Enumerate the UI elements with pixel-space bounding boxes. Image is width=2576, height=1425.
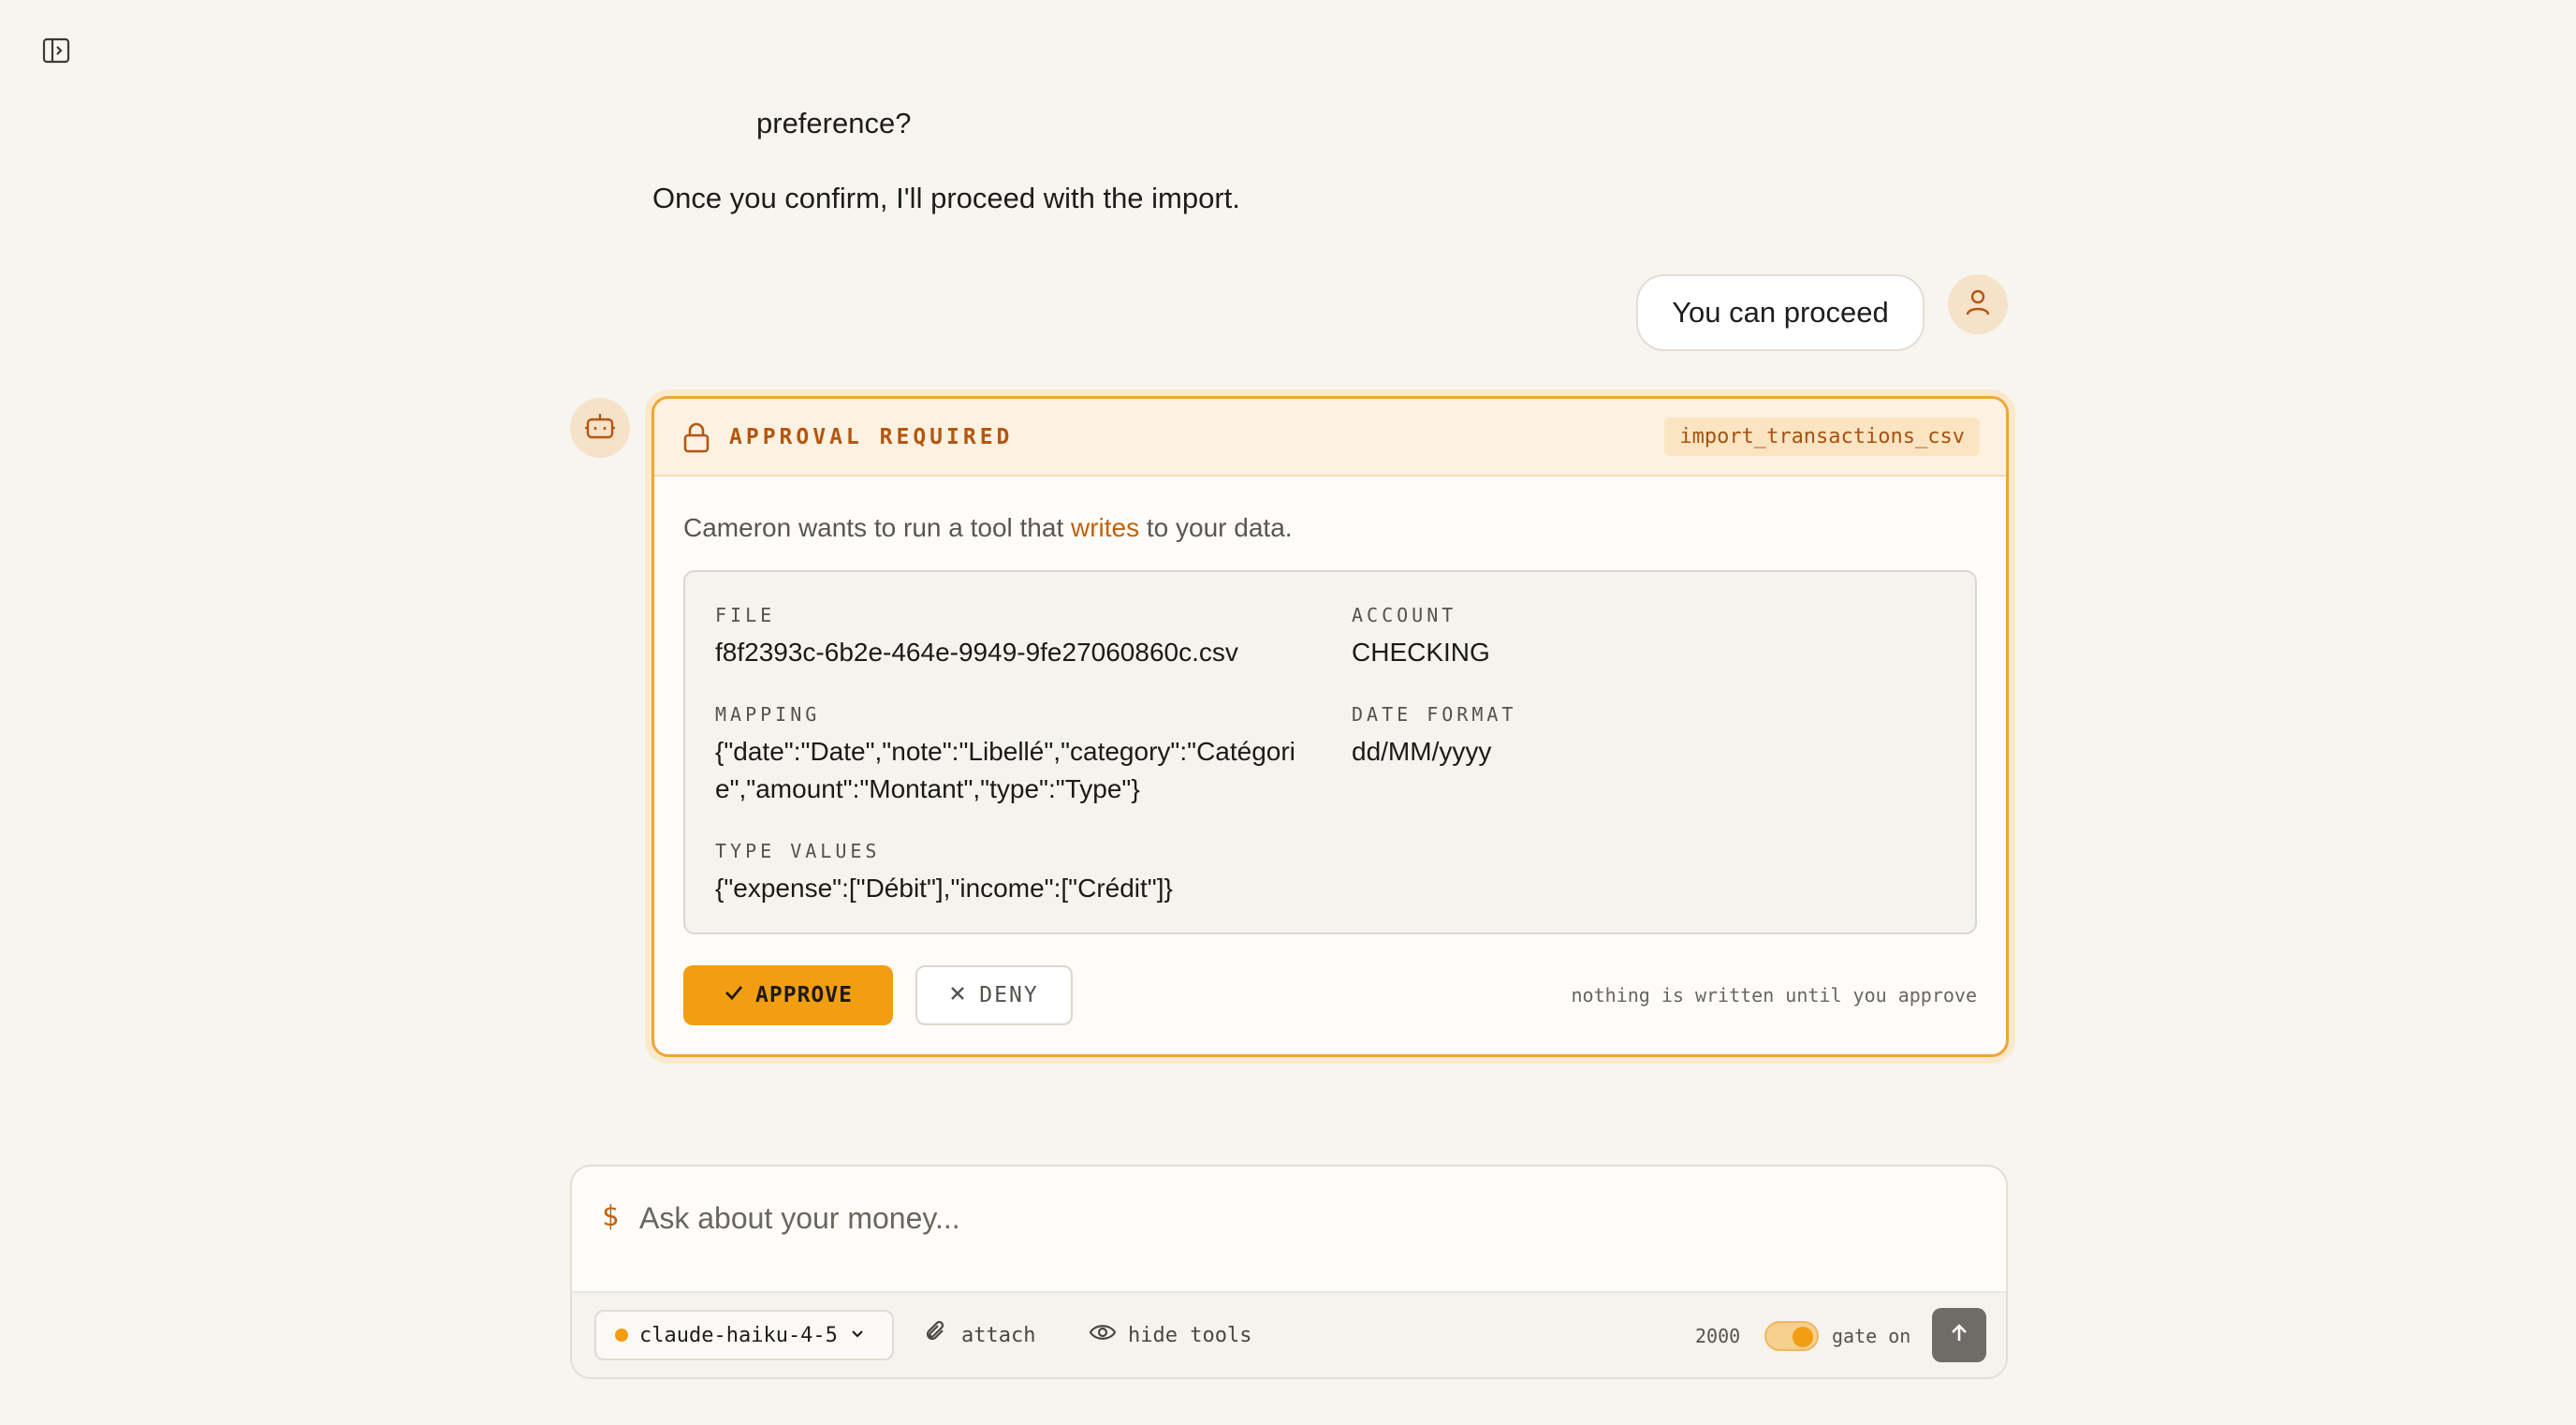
approval-intro: Cameron wants to run a tool that writes …: [683, 513, 1293, 543]
close-icon: [949, 983, 966, 1007]
approve-button[interactable]: APPROVE: [683, 965, 893, 1025]
attach-button[interactable]: attach: [924, 1310, 1035, 1360]
intro-text: to your data.: [1139, 513, 1293, 542]
tool-name-badge: import_transactions_csv: [1664, 418, 1980, 456]
hide-tools-button[interactable]: hide tools: [1089, 1310, 1251, 1360]
assistant-avatar: [570, 398, 630, 458]
date-format-label: DATE FORMAT: [1352, 703, 1517, 726]
approval-card: APPROVAL REQUIRED import_transactions_cs…: [651, 396, 2009, 1057]
token-count: 2000: [1695, 1325, 1741, 1347]
sidebar-panel-icon: [41, 36, 71, 70]
composer-toolbar: claude-haiku-4-5 attach hide tools 2000 …: [572, 1291, 2006, 1377]
assistant-message-text: preference?: [756, 107, 912, 140]
toggle-knob: [1793, 1327, 1813, 1347]
deny-button[interactable]: DENY: [915, 965, 1073, 1025]
dollar-icon: $: [602, 1200, 620, 1233]
lock-icon: [682, 421, 714, 453]
user-message-bubble: You can proceed: [1636, 274, 1925, 351]
model-name: claude-haiku-4-5: [639, 1323, 838, 1347]
gate-toggle[interactable]: [1764, 1321, 1819, 1351]
hide-tools-label: hide tools: [1128, 1323, 1252, 1347]
assistant-message-text: Once you confirm, I'll proceed with the …: [652, 182, 1240, 214]
type-values-value: {"expense":["Débit"],"income":["Crédit"]…: [715, 874, 1173, 903]
deny-label: DENY: [979, 983, 1039, 1007]
eye-icon: [1089, 1321, 1117, 1349]
tool-arguments-panel: FILE f8f2393c-6b2e-464e-9949-9fe27060860…: [683, 570, 1977, 934]
model-select[interactable]: claude-haiku-4-5: [594, 1310, 894, 1360]
account-label: ACCOUNT: [1352, 604, 1457, 626]
ask-input[interactable]: [637, 1191, 1952, 1245]
user-avatar: [1948, 274, 2008, 334]
chevron-down-icon: [849, 1324, 866, 1347]
robot-icon: [583, 409, 617, 448]
intro-text: Cameron wants to run a tool that: [683, 513, 1071, 542]
approval-header: APPROVAL REQUIRED import_transactions_cs…: [654, 399, 2006, 477]
mapping-label: MAPPING: [715, 703, 821, 726]
mapping-value: {"date":"Date","note":"Libellé","categor…: [715, 737, 1295, 803]
attach-label: attach: [961, 1323, 1036, 1347]
gate-label: gate on: [1832, 1325, 1911, 1347]
writes-highlight: writes: [1071, 513, 1140, 542]
approval-title: APPROVAL REQUIRED: [729, 424, 1014, 449]
model-status-dot: [615, 1329, 628, 1342]
arrow-up-icon: [1947, 1321, 1971, 1350]
sidebar-toggle-button[interactable]: [37, 34, 75, 71]
approval-note: nothing is written until you approve: [1571, 984, 1977, 1006]
file-label: FILE: [715, 604, 776, 626]
send-button[interactable]: [1932, 1308, 1986, 1362]
file-value: f8f2393c-6b2e-464e-9949-9fe27060860c.csv: [715, 638, 1238, 667]
message-composer: $ claude-haiku-4-5 attach: [570, 1165, 2008, 1379]
date-format-value: dd/MM/yyyy: [1352, 737, 1492, 766]
approve-label: APPROVE: [755, 983, 853, 1007]
user-icon: [1962, 286, 1994, 323]
account-value: CHECKING: [1352, 638, 1490, 667]
type-values-label: TYPE VALUES: [715, 840, 881, 862]
check-icon: [724, 982, 744, 1008]
paperclip-icon: [924, 1319, 950, 1351]
